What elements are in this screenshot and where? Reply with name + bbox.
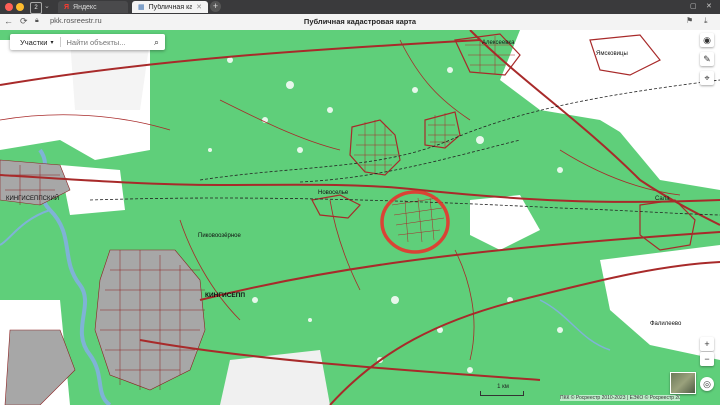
tab-menu-chevron-icon[interactable]: ⌄ — [44, 2, 50, 10]
cadastral-map[interactable]: КИНГИСЕПП КИНГИСЕППСКИЙ Алексеевка Фалил… — [0, 30, 720, 405]
label-city: КИНГИСЕПП — [205, 292, 245, 299]
scale-label: 1 км — [497, 384, 509, 390]
label-east-village: Фалилеево — [650, 321, 682, 327]
window-close-icon[interactable]: ✕ — [706, 2, 712, 10]
bookmark-icon[interactable]: ⚑ — [686, 16, 693, 25]
window-tabs-icon[interactable]: ▢ — [690, 2, 697, 10]
pkk-favicon-icon: ▦ — [138, 4, 145, 11]
search-box: Участки ▾ ⌕ — [10, 34, 165, 50]
close-window-icon[interactable] — [5, 3, 13, 11]
layers-button[interactable]: ◉ — [700, 33, 714, 47]
ruler-button[interactable]: ✎ — [700, 52, 714, 66]
tab-label: Яндекс — [73, 3, 97, 11]
info-icon: ⌖ — [704, 72, 710, 83]
attribution: ПКК © Росреестр 2010-2023 | ЕЭКО © Росре… — [560, 395, 680, 401]
minimize-window-icon[interactable] — [16, 3, 24, 11]
chevron-down-icon: ▾ — [50, 39, 54, 46]
download-icon[interactable]: ⤓ — [704, 16, 708, 26]
yandex-favicon-icon: Я — [64, 3, 70, 11]
search-mode-label: Участки — [20, 37, 48, 47]
locate-button[interactable]: ◎ — [700, 377, 714, 391]
search-input[interactable] — [60, 36, 154, 48]
search-icon[interactable]: ⌕ — [154, 37, 159, 48]
zoom-out-button[interactable]: − — [700, 352, 714, 366]
scale-bar — [480, 391, 524, 396]
address-bar: ← ⟳ 🔒︎ pkk.rosreestr.ru Публичная кадаст… — [0, 14, 720, 31]
new-tab-icon[interactable]: + — [210, 1, 221, 12]
label-small-3: Новоселье — [318, 190, 349, 196]
locate-icon: ◎ — [703, 378, 711, 389]
label-small-2: Ямсковицы — [596, 51, 628, 57]
zoom-out-icon: − — [704, 354, 710, 364]
label-north-village: Алексеевка — [482, 40, 515, 46]
page-title: Публичная кадастровая карта — [303, 17, 417, 26]
search-mode-dropdown[interactable]: Участки ▾ — [10, 38, 60, 47]
label-small-1: Пиковоозёрное — [198, 233, 241, 239]
layers-icon: ◉ — [703, 34, 711, 45]
info-button[interactable]: ⌖ — [700, 71, 714, 85]
close-tab-icon[interactable]: ✕ — [196, 3, 202, 11]
zoom-in-button[interactable]: + — [700, 337, 714, 351]
basemap-thumb[interactable] — [670, 372, 696, 394]
tab-yandex[interactable]: Я Яндекс — [58, 1, 128, 13]
tab-pkk[interactable]: ▦ Публичная кадастровая ✕ — [132, 1, 208, 13]
label-small-4: Сала — [655, 196, 670, 202]
browser-tab-bar: 2 ⌄ Я Яндекс ▦ Публичная кадастровая ✕ +… — [0, 0, 720, 14]
zoom-in-icon: + — [704, 339, 710, 349]
tab-label: Публичная кадастровая — [148, 3, 193, 11]
tab-count-badge[interactable]: 2 — [30, 2, 42, 14]
ruler-icon: ✎ — [703, 53, 711, 64]
label-west-settlement: КИНГИСЕППСКИЙ — [6, 194, 59, 202]
